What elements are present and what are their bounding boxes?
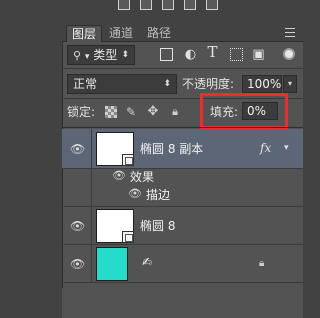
shape-filter-icon[interactable]: [230, 48, 243, 61]
tab-paths[interactable]: 路径: [142, 25, 176, 42]
layer-row[interactable]: 👁︎ 椭圆 8 副本 fx ▾: [62, 129, 303, 169]
image-filter-icon[interactable]: [160, 48, 173, 61]
effects-group: 👁︎ 效果 👁︎ 描边: [62, 169, 303, 207]
layer-row[interactable]: 👁︎ 椭圆 8: [62, 207, 303, 245]
scribble-icon: ✍︎: [142, 255, 153, 269]
move-icon[interactable]: ✥: [147, 105, 159, 118]
divider: [62, 127, 303, 128]
tool-icon-5[interactable]: [206, 0, 218, 10]
effects-label: 效果: [130, 170, 155, 184]
panel-footer: [62, 288, 303, 318]
blend-mode-select[interactable]: 正常 ⬍: [67, 74, 177, 94]
opacity-label: 不透明度:: [182, 77, 235, 91]
tool-icon-2[interactable]: [140, 0, 152, 10]
smart-object-filter-icon[interactable]: ▣: [252, 48, 265, 61]
type-filter-icon[interactable]: T: [206, 45, 219, 60]
tab-layers[interactable]: 图层: [66, 25, 103, 42]
tool-icon-3[interactable]: [162, 0, 174, 10]
visibility-eye-icon[interactable]: 👁︎: [70, 257, 85, 271]
filter-toggle[interactable]: [283, 48, 295, 60]
highlight-box: [200, 93, 288, 129]
brush-icon[interactable]: ✎: [125, 106, 137, 118]
adjustment-filter-icon[interactable]: ◐: [184, 48, 197, 61]
chevron-updown-icon: ⬍: [121, 50, 129, 60]
layer-name[interactable]: 椭圆 8: [140, 218, 175, 234]
tool-icon-1[interactable]: [118, 0, 130, 10]
stroke-effect-label[interactable]: 描边: [146, 187, 170, 203]
visibility-eye-icon[interactable]: 👁︎: [128, 187, 142, 201]
layer-row[interactable]: 👁︎ ✍︎ 🔒︎: [62, 245, 303, 283]
filter-kind-select[interactable]: ⚲ ▾ 类型 ⬍: [67, 45, 135, 65]
canvas-area: [0, 0, 62, 318]
visibility-eye-icon[interactable]: 👁︎: [70, 219, 85, 233]
layers-list: 👁︎ 椭圆 8 副本 fx ▾ 👁︎ 效果 👁︎ 描边 👁︎ 椭圆 8 👁︎ ✍…: [62, 129, 303, 283]
lock-icon[interactable]: 🔒︎: [169, 106, 181, 118]
tool-icon-4[interactable]: [184, 0, 196, 10]
layer-thumbnail: [96, 132, 134, 166]
layer-name[interactable]: 椭圆 8 副本: [140, 141, 203, 157]
toolbar-icons: [118, 0, 228, 12]
lock-label: 锁定:: [67, 105, 96, 119]
lock-transparent-icon[interactable]: [105, 106, 117, 118]
opacity-dropdown-arrow[interactable]: ▾: [283, 75, 297, 93]
panel-tabbar: 图层 通道 路径: [62, 22, 303, 42]
chevron-updown-icon: ⬍: [163, 79, 171, 89]
layer-thumbnail: [96, 209, 134, 243]
layer-lock-icon: 🔒︎: [259, 258, 265, 269]
vector-mask-icon: [122, 231, 134, 243]
search-icon: ⚲: [73, 49, 82, 62]
layer-thumbnail: [96, 247, 128, 281]
collapse-arrow-icon[interactable]: ▾: [284, 140, 289, 156]
opacity-input[interactable]: 100%: [242, 75, 282, 93]
panel-menu-icon[interactable]: [283, 26, 297, 38]
divider: [62, 68, 303, 69]
visibility-eye-icon[interactable]: 👁︎: [112, 169, 126, 183]
filter-kind-label: 类型: [93, 48, 118, 62]
tab-channels[interactable]: 通道: [104, 25, 138, 42]
visibility-eye-icon[interactable]: 👁︎: [70, 142, 85, 156]
blend-mode-label: 正常: [73, 77, 98, 91]
fx-icon[interactable]: fx: [260, 140, 271, 156]
vector-mask-icon: [122, 154, 134, 166]
